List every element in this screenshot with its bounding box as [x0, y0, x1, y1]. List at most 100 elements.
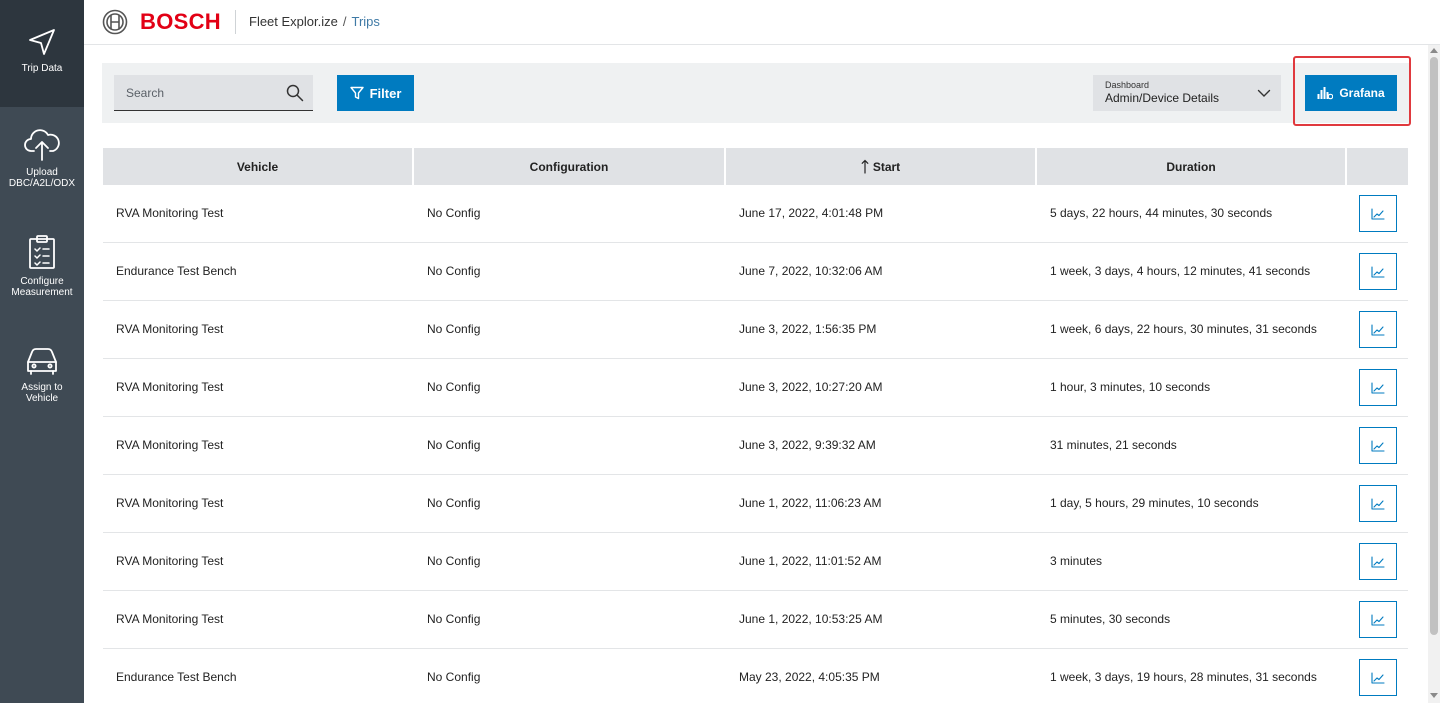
- sidebar-item-upload[interactable]: Upload DBC/A2L/ODX: [0, 127, 84, 207]
- column-header-configuration[interactable]: Configuration: [414, 148, 724, 185]
- breadcrumb: Fleet Explor.ize / Trips: [249, 14, 380, 30]
- sidebar-item-label: Upload DBC/A2L/ODX: [8, 167, 76, 189]
- cell-duration: 5 minutes, 30 seconds: [1050, 612, 1171, 626]
- cell-duration: 1 hour, 3 minutes, 10 seconds: [1050, 380, 1211, 394]
- cell-actions: [1347, 485, 1408, 522]
- filter-button-label: Filter: [369, 85, 402, 101]
- column-header-start[interactable]: Start: [726, 148, 1035, 185]
- cloud-upload-icon: [24, 129, 60, 161]
- view-chart-button[interactable]: [1358, 311, 1397, 348]
- brand-logo-text: BOSCH: [140, 9, 221, 34]
- table-row[interactable]: RVA Monitoring Test No Config June 1, 2022…: [103, 533, 1408, 591]
- cell-duration: 1 day, 5 hours, 29 minutes, 10 seconds: [1050, 496, 1259, 510]
- cell-start: June 3, 2022, 9:39:32 AM: [739, 438, 876, 452]
- breadcrumb-app[interactable]: Fleet Explor.ize: [249, 14, 338, 29]
- table-row[interactable]: RVA Monitoring Test No Config June 17, 202…: [103, 185, 1408, 243]
- cell-start: June 1, 2022, 11:01:52 AM: [739, 554, 882, 568]
- app: Trip Data Upload DBC/A2L/ODX Configure M…: [0, 0, 1440, 703]
- cell-configuration: No Config: [427, 670, 481, 684]
- search-box: [114, 75, 313, 111]
- cell-configuration: No Config: [427, 322, 481, 336]
- cell-configuration: No Config: [427, 206, 481, 220]
- scroll-down-arrow[interactable]: [1430, 693, 1438, 698]
- table-row[interactable]: Endurance Test Bench No Config June 7, 202…: [103, 243, 1408, 301]
- navigation-arrow-icon: [29, 29, 55, 55]
- breadcrumb-page[interactable]: Trips: [352, 14, 380, 29]
- sidebar-item-label: Trip Data: [21, 63, 63, 74]
- cell-start: June 1, 2022, 11:06:23 AM: [739, 496, 882, 510]
- sidebar-item-configure[interactable]: Configure Measurement: [0, 234, 84, 314]
- line-chart-icon: [1370, 555, 1385, 568]
- cell-duration: 31 minutes, 21 seconds: [1050, 438, 1177, 452]
- search-input[interactable]: [114, 75, 284, 110]
- cell-vehicle: RVA Monitoring Test: [116, 322, 224, 336]
- toolbar: Filter Dashboard Admin/Device Details Gr…: [102, 56, 1411, 126]
- table-row[interactable]: RVA Monitoring Test No Config June 3, 2022…: [103, 359, 1408, 417]
- view-chart-button[interactable]: [1358, 659, 1397, 696]
- chevron-down-icon: [1257, 89, 1271, 97]
- view-chart-button[interactable]: [1358, 543, 1397, 580]
- cell-start: June 17, 2022, 4:01:48 PM: [739, 206, 884, 220]
- cell-configuration: No Config: [427, 438, 481, 452]
- line-chart-icon: [1370, 671, 1385, 684]
- sidebar: Trip Data Upload DBC/A2L/ODX Configure M…: [0, 0, 84, 703]
- cell-duration: 1 week, 6 days, 22 hours, 30 minutes, 31…: [1050, 322, 1317, 336]
- table-row[interactable]: RVA Monitoring Test No Config June 3, 2022…: [103, 417, 1408, 475]
- view-chart-button[interactable]: [1358, 427, 1397, 464]
- sidebar-item-assign[interactable]: Assign to Vehicle: [0, 344, 84, 424]
- cell-actions: [1347, 253, 1408, 290]
- cell-start: June 3, 2022, 1:56:35 PM: [739, 322, 877, 336]
- cell-vehicle: RVA Monitoring Test: [116, 554, 224, 568]
- cell-vehicle: RVA Monitoring Test: [116, 612, 224, 626]
- cell-configuration: No Config: [427, 380, 481, 394]
- line-chart-icon: [1370, 439, 1385, 452]
- column-header-duration[interactable]: Duration: [1037, 148, 1345, 185]
- trips-table: Vehicle Configuration Start Duration RVA…: [103, 148, 1408, 703]
- table-header: Vehicle Configuration Start Duration: [103, 148, 1408, 185]
- view-chart-button[interactable]: [1358, 601, 1397, 638]
- bosch-logo-icon: [102, 9, 128, 35]
- header-divider: [235, 10, 236, 34]
- dashboard-select-label: Dashboard: [1105, 80, 1150, 90]
- line-chart-icon: [1370, 265, 1385, 278]
- cell-start: June 7, 2022, 10:32:06 AM: [739, 264, 883, 278]
- view-chart-button[interactable]: [1358, 253, 1397, 290]
- cell-start: June 1, 2022, 10:53:25 AM: [739, 612, 883, 626]
- sidebar-item-trip-data[interactable]: Trip Data: [0, 0, 84, 107]
- column-header-vehicle[interactable]: Vehicle: [103, 148, 412, 185]
- table-row[interactable]: RVA Monitoring Test No Config June 1, 2022…: [103, 475, 1408, 533]
- filter-button[interactable]: Filter: [337, 75, 414, 111]
- cell-configuration: No Config: [427, 496, 481, 510]
- line-chart-icon: [1370, 613, 1385, 626]
- cell-start: June 3, 2022, 10:27:20 AM: [739, 380, 883, 394]
- scroll-thumb[interactable]: [1430, 57, 1438, 635]
- cell-configuration: No Config: [427, 612, 481, 626]
- cell-vehicle: RVA Monitoring Test: [116, 438, 224, 452]
- column-header-actions: [1347, 148, 1408, 185]
- page-scrollbar[interactable]: [1428, 45, 1440, 703]
- car-icon: [27, 348, 57, 375]
- line-chart-icon: [1370, 497, 1385, 510]
- cell-vehicle: RVA Monitoring Test: [116, 206, 224, 220]
- grafana-button[interactable]: Grafana: [1305, 75, 1397, 111]
- cell-actions: [1347, 427, 1408, 464]
- view-chart-button[interactable]: [1358, 485, 1397, 522]
- table-row[interactable]: RVA Monitoring Test No Config June 1, 2022…: [103, 591, 1408, 649]
- scroll-up-arrow[interactable]: [1430, 48, 1438, 53]
- header: BOSCH Fleet Explor.ize / Trips: [84, 0, 1440, 45]
- cell-vehicle: Endurance Test Bench: [116, 264, 237, 278]
- cell-configuration: No Config: [427, 554, 481, 568]
- sidebar-item-label: Assign to Vehicle: [21, 382, 63, 404]
- table-row[interactable]: Endurance Test Bench No Config May 23, 202…: [103, 649, 1408, 703]
- view-chart-button[interactable]: [1358, 195, 1397, 232]
- breadcrumb-separator: /: [342, 14, 347, 29]
- cell-duration: 3 minutes: [1050, 554, 1103, 568]
- cell-start: May 23, 2022, 4:05:35 PM: [739, 670, 880, 684]
- search-icon[interactable]: [286, 84, 304, 102]
- cell-vehicle: Endurance Test Bench: [116, 670, 237, 684]
- cell-actions: [1347, 543, 1408, 580]
- dashboard-select[interactable]: Dashboard Admin/Device Details: [1093, 75, 1281, 111]
- table-row[interactable]: RVA Monitoring Test No Config June 3, 2022…: [103, 301, 1408, 359]
- view-chart-button[interactable]: [1358, 369, 1397, 406]
- dashboard-select-value: Admin/Device Details: [1105, 91, 1220, 105]
